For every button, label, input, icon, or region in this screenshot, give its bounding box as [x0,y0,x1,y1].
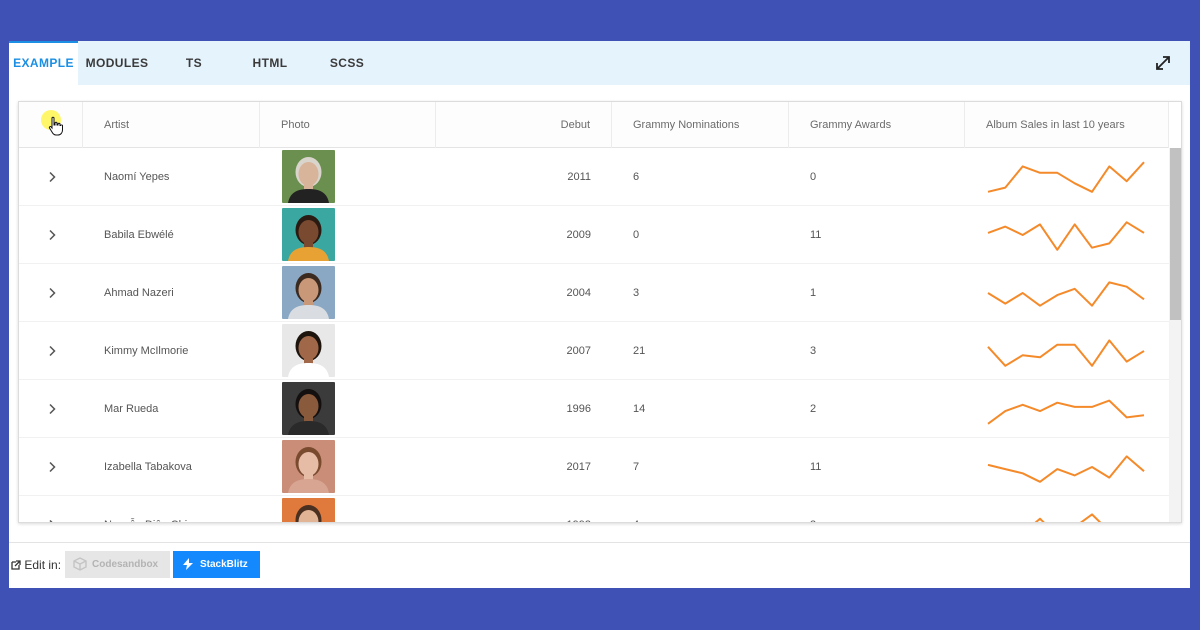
grammy-awards: 1 [810,287,817,299]
sparkline-series [987,221,1145,251]
artist-name: Nguyễn Diệp Chi [104,496,254,522]
artist-photo [282,150,335,203]
tab-ts[interactable]: TS [177,41,211,85]
table-row[interactable]: Naomí Yepes 2011 6 0 [19,148,1169,206]
sparkline-series [987,399,1145,425]
album-sales-sparkline [987,399,1145,425]
album-sales-sparkline [1034,513,1102,522]
grammy-awards: 0 [810,171,817,183]
codesandbox-button[interactable]: Codesandbox [65,551,170,578]
artist-name: Ahmad Nazeri [104,287,174,299]
grammy-awards: 3 [810,496,910,522]
album-sales-sparkline [987,281,1145,307]
avatar [295,505,322,522]
header-album-sales[interactable]: Album Sales in last 10 years [965,102,1169,148]
header-grammy-nominations[interactable]: Grammy Nominations [612,102,789,148]
debut-year: 2004 [566,287,591,299]
grid-header: Artist Photo Debut Grammy Nominations Gr… [19,102,1169,148]
codesandbox-icon [73,557,87,571]
grammy-awards: 2 [810,403,817,415]
debut-year: 2009 [566,229,591,241]
grammy-nominations: 7 [633,461,640,473]
artist-name: Naomí Yepes [104,171,170,183]
vertical-scrollbar[interactable] [1169,148,1181,522]
tab-example[interactable]: EXAMPLE [9,41,78,85]
album-sales-sparkline [987,221,1145,251]
grammy-nominations: 0 [633,229,640,241]
stackblitz-icon [183,558,193,570]
debut-year: 2007 [566,345,591,357]
expand-icon[interactable] [1154,54,1172,72]
sparkline-series [987,455,1145,483]
debut-year: 2017 [566,461,591,473]
debut-year: 1993 [436,496,591,522]
sparkline-series [987,281,1145,307]
avatar [288,447,329,493]
artist-name: Izabella Tabakova [104,461,192,473]
album-sales-sparkline [987,161,1145,193]
grammy-nominations: 21 [633,345,646,357]
hand-cursor-icon [48,116,63,136]
sparkline-series [1034,513,1102,522]
artist-photo [282,266,335,319]
chevron-right-icon[interactable] [47,403,57,415]
avatar [288,273,329,319]
chevron-right-icon[interactable] [47,229,57,241]
grammy-nominations: 14 [633,403,646,415]
edit-in-label: Edit in: [11,553,61,577]
chevron-right-icon[interactable] [47,171,57,183]
table-row[interactable]: Mar Rueda 1996 14 2 [19,380,1169,438]
artist-name: Kimmy McIlmorie [104,345,189,357]
artist-photo [282,324,335,377]
avatar [288,389,329,435]
tab-modules[interactable]: MODULES [85,41,149,85]
chevron-right-icon[interactable] [47,519,57,523]
table-row[interactable]: Izabella Tabakova 2017 7 11 [19,438,1169,496]
grammy-nominations: 6 [633,171,640,183]
avatar [288,215,329,261]
data-grid: Artist Photo Debut Grammy Nominations Gr… [18,101,1182,523]
album-sales-sparkline [987,455,1145,483]
footer-divider [9,542,1190,543]
table-row[interactable]: Nguyễn Diệp Chi 1993 4 3 [19,496,1169,523]
sample-window: EXAMPLE MODULES TS HTML SCSS Artist Phot… [9,41,1190,588]
external-edit-icon [11,560,21,570]
avatar [288,157,329,203]
scrollbar-thumb[interactable] [1170,148,1181,320]
header-debut[interactable]: Debut [436,102,612,148]
artist-name: Babila Ebwélé [104,229,174,241]
stackblitz-button[interactable]: StackBlitz [173,551,260,578]
chevron-right-icon[interactable] [47,287,57,299]
debut-year: 2011 [567,171,591,183]
grammy-nominations: 4 [633,496,733,522]
chevron-right-icon[interactable] [47,345,57,357]
sparkline-series [987,339,1145,367]
tab-bar: EXAMPLE MODULES TS HTML SCSS [9,41,1190,85]
table-row[interactable]: Babila Ebwélé 2009 0 11 [19,206,1169,264]
stackblitz-label: StackBlitz [200,559,248,570]
artist-photo [282,208,335,261]
sparkline-series [987,161,1145,193]
header-grammy-awards[interactable]: Grammy Awards [789,102,965,148]
table-row[interactable]: Kimmy McIlmorie 2007 21 3 [19,322,1169,380]
artist-photo [282,382,335,435]
edit-in-text: Edit in: [24,558,62,572]
tab-html[interactable]: HTML [245,41,295,85]
header-artist[interactable]: Artist [83,102,260,148]
artist-photo [282,498,335,522]
grammy-awards: 11 [810,229,822,241]
table-row[interactable]: Ahmad Nazeri 2004 3 1 [19,264,1169,322]
grammy-nominations: 3 [633,287,640,299]
chevron-right-icon[interactable] [47,461,57,473]
artist-name: Mar Rueda [104,403,159,415]
codesandbox-label: Codesandbox [92,559,159,570]
album-sales-sparkline [987,339,1145,367]
debut-year: 1996 [566,403,591,415]
grammy-awards: 3 [810,345,817,357]
tab-scss[interactable]: SCSS [325,41,369,85]
avatar [288,331,329,377]
grammy-awards: 11 [810,461,822,473]
artist-photo [282,440,335,493]
header-photo[interactable]: Photo [260,102,436,148]
